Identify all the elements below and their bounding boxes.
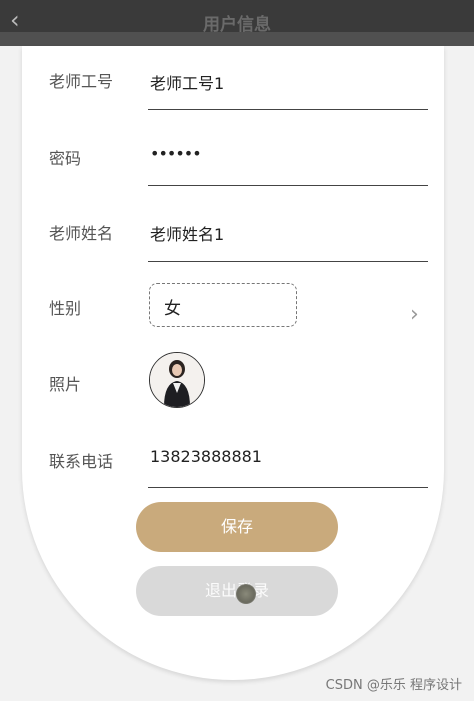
phone-input[interactable]: 13823888881 [150, 447, 262, 466]
teacher-name-label: 老师姓名 [49, 224, 114, 243]
gender-label: 性别 [49, 299, 82, 318]
watermark: CSDN @乐乐 程序设计 [325, 678, 462, 693]
phone-label: 联系电话 [49, 452, 114, 471]
teacher-id-label: 老师工号 [49, 72, 114, 91]
phone-underline [148, 487, 428, 488]
teacher-name-input[interactable]: 老师姓名1 [150, 221, 224, 245]
gender-select[interactable]: 女 [149, 283, 297, 327]
teacher-id-underline [148, 109, 428, 110]
gender-value: 女 [164, 299, 181, 319]
chevron-right-icon[interactable]: › [410, 302, 419, 327]
teacher-name-underline [148, 261, 428, 262]
password-label: 密码 [49, 149, 82, 168]
page-title: 用户信息 [203, 15, 271, 35]
user-info-card: 老师工号 老师工号1 密码 •••••• 老师姓名 老师姓名1 性别 女 › 照… [22, 46, 444, 680]
password-underline [148, 185, 428, 186]
photo-label: 照片 [49, 375, 82, 394]
touch-indicator [236, 584, 256, 604]
top-bar: ‹ 用户信息 [0, 0, 474, 46]
avatar[interactable] [149, 352, 205, 408]
save-button[interactable]: 保存 [136, 502, 338, 552]
avatar-photo [150, 353, 204, 407]
teacher-id-input[interactable]: 老师工号1 [150, 70, 224, 94]
password-input[interactable]: •••••• [150, 144, 202, 163]
